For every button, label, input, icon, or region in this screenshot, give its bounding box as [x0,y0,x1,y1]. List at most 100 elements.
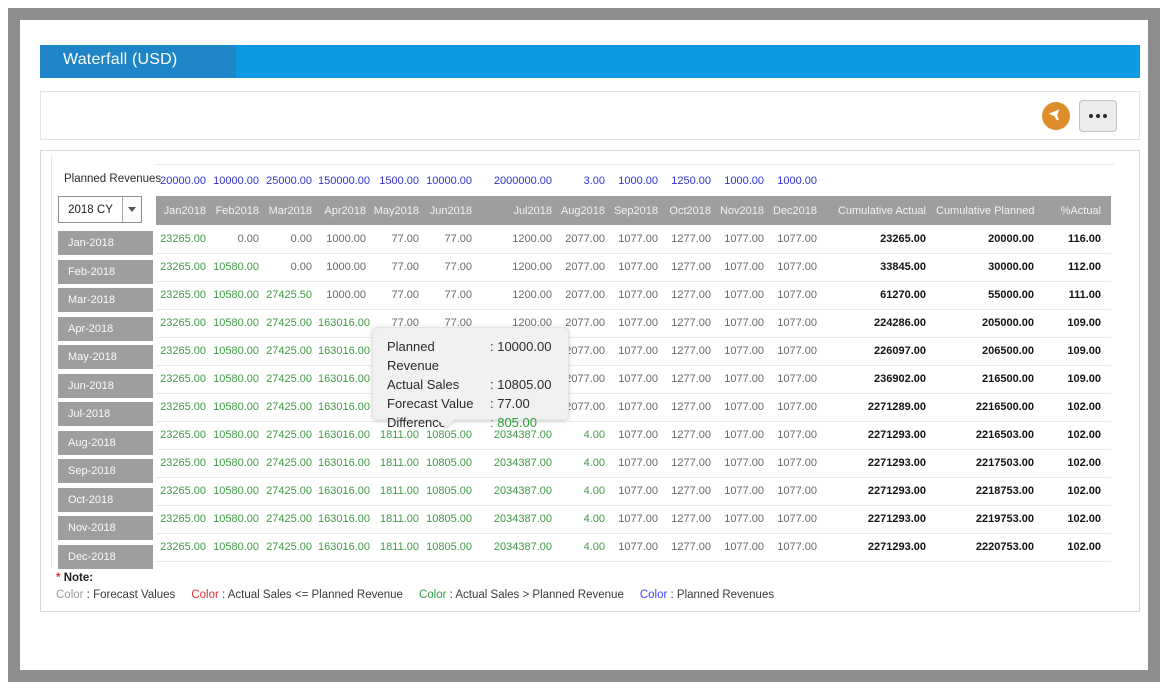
forecast-cell[interactable]: 1077.00 [770,365,823,393]
pct-actual-cell[interactable]: 112.00 [1044,253,1111,281]
forecast-cell[interactable]: 1277.00 [664,365,717,393]
pct-actual-cell[interactable]: 116.00 [1044,225,1111,253]
pct-actual-cell[interactable]: 102.00 [1044,505,1111,533]
forecast-cell[interactable]: 77.00 [425,253,478,281]
summary-header-cell[interactable]: Cumulative Planned [936,196,1044,225]
row-header-nov-2018[interactable]: Nov-2018 [58,516,153,540]
row-header-may-2018[interactable]: May-2018 [58,345,153,369]
forecast-cell[interactable]: 1077.00 [611,253,664,281]
forecast-cell[interactable]: 1077.00 [611,505,664,533]
forecast-cell[interactable]: 1077.00 [770,393,823,421]
cumulative-actual-cell[interactable]: 23265.00 [823,225,936,253]
forecast-cell[interactable]: 77.00 [372,225,425,253]
actual-sales-cell[interactable]: 27425.00 [265,309,318,337]
forecast-cell[interactable]: 0.00 [212,225,265,253]
forecast-cell[interactable]: 1277.00 [664,337,717,365]
cumulative-actual-cell[interactable]: 2271293.00 [823,505,936,533]
forecast-cell[interactable]: 1277.00 [664,421,717,449]
cumulative-planned-cell[interactable]: 2218753.00 [936,477,1044,505]
actual-sales-cell[interactable]: 1811.00 [372,533,425,561]
actual-sales-cell[interactable]: 2034387.00 [478,449,558,477]
year-dropdown[interactable]: 2018 CY [58,196,142,223]
actual-sales-cell[interactable]: 4.00 [558,533,611,561]
forecast-cell[interactable]: 77.00 [425,281,478,309]
actual-sales-cell[interactable]: 23265.00 [156,253,212,281]
forecast-cell[interactable]: 1077.00 [611,533,664,561]
chevron-down-icon[interactable] [122,197,141,222]
actual-sales-cell[interactable]: 1811.00 [372,449,425,477]
forecast-cell[interactable]: 1277.00 [664,477,717,505]
planned-revenue-cell[interactable]: 1250.00 [664,165,717,196]
row-header-dec-2018[interactable]: Dec-2018 [58,545,153,569]
planned-revenue-cell[interactable]: 1000.00 [770,165,823,196]
planned-revenue-cell[interactable]: 10000.00 [212,165,265,196]
actual-sales-cell[interactable]: 27425.00 [265,337,318,365]
forecast-cell[interactable]: 1077.00 [717,253,770,281]
row-header-feb-2018[interactable]: Feb-2018 [58,260,153,284]
cumulative-planned-cell[interactable]: 2217503.00 [936,449,1044,477]
forecast-cell[interactable]: 1077.00 [717,449,770,477]
forecast-cell[interactable]: 1077.00 [770,533,823,561]
actual-sales-cell[interactable]: 10580.00 [212,337,265,365]
cumulative-planned-cell[interactable]: 2216500.00 [936,393,1044,421]
actual-sales-cell[interactable]: 4.00 [558,449,611,477]
forecast-cell[interactable]: 1077.00 [611,337,664,365]
pct-actual-cell[interactable]: 102.00 [1044,449,1111,477]
cumulative-actual-cell[interactable]: 33845.00 [823,253,936,281]
forecast-cell[interactable]: 1077.00 [770,477,823,505]
forecast-cell[interactable]: 1077.00 [611,281,664,309]
forecast-cell[interactable]: 1077.00 [770,449,823,477]
cumulative-planned-cell[interactable]: 55000.00 [936,281,1044,309]
cumulative-planned-cell[interactable]: 2220753.00 [936,533,1044,561]
actual-sales-cell[interactable]: 1811.00 [372,505,425,533]
actual-sales-cell[interactable]: 23265.00 [156,225,212,253]
forecast-cell[interactable]: 77.00 [372,253,425,281]
month-header-cell[interactable]: Jun2018 [425,196,478,225]
forecast-cell[interactable]: 1077.00 [717,505,770,533]
forecast-cell[interactable]: 1077.00 [717,281,770,309]
pct-actual-cell[interactable]: 109.00 [1044,337,1111,365]
forecast-cell[interactable]: 1077.00 [717,393,770,421]
actual-sales-cell[interactable]: 10805.00 [425,533,478,561]
cumulative-actual-cell[interactable]: 224286.00 [823,309,936,337]
pct-actual-cell[interactable]: 109.00 [1044,365,1111,393]
forecast-cell[interactable]: 1077.00 [717,365,770,393]
forecast-cell[interactable]: 1077.00 [611,393,664,421]
actual-sales-cell[interactable]: 27425.00 [265,393,318,421]
forecast-cell[interactable]: 1077.00 [611,225,664,253]
actual-sales-cell[interactable]: 4.00 [558,505,611,533]
actual-sales-cell[interactable]: 23265.00 [156,309,212,337]
cumulative-planned-cell[interactable]: 2219753.00 [936,505,1044,533]
forecast-cell[interactable]: 1077.00 [770,281,823,309]
forecast-cell[interactable]: 1077.00 [611,421,664,449]
cumulative-actual-cell[interactable]: 61270.00 [823,281,936,309]
forecast-cell[interactable]: 77.00 [372,281,425,309]
planned-revenue-cell[interactable]: 10000.00 [425,165,478,196]
actual-sales-cell[interactable]: 10580.00 [212,421,265,449]
actual-sales-cell[interactable]: 23265.00 [156,477,212,505]
actual-sales-cell[interactable]: 27425.00 [265,533,318,561]
forecast-cell[interactable]: 1277.00 [664,393,717,421]
month-header-cell[interactable]: Aug2018 [558,196,611,225]
forecast-cell[interactable]: 1077.00 [611,449,664,477]
forecast-cell[interactable]: 1077.00 [770,225,823,253]
cumulative-planned-cell[interactable]: 2216503.00 [936,421,1044,449]
actual-sales-cell[interactable]: 27425.00 [265,421,318,449]
cumulative-planned-cell[interactable]: 206500.00 [936,337,1044,365]
month-header-cell[interactable]: Dec2018 [770,196,823,225]
month-header-cell[interactable]: Mar2018 [265,196,318,225]
forecast-cell[interactable]: 1000.00 [318,253,372,281]
month-header-cell[interactable]: Sep2018 [611,196,664,225]
actual-sales-cell[interactable]: 10580.00 [212,253,265,281]
cumulative-actual-cell[interactable]: 2271289.00 [823,393,936,421]
actual-sales-cell[interactable]: 10805.00 [425,477,478,505]
actual-sales-cell[interactable]: 27425.50 [265,281,318,309]
forecast-cell[interactable]: 77.00 [425,225,478,253]
actual-sales-cell[interactable]: 23265.00 [156,365,212,393]
actual-sales-cell[interactable]: 23265.00 [156,337,212,365]
actual-sales-cell[interactable]: 10580.00 [212,393,265,421]
actual-sales-cell[interactable]: 10580.00 [212,449,265,477]
forecast-cell[interactable]: 1200.00 [478,253,558,281]
month-header-cell[interactable]: May2018 [372,196,425,225]
planned-revenue-cell[interactable]: 25000.00 [265,165,318,196]
